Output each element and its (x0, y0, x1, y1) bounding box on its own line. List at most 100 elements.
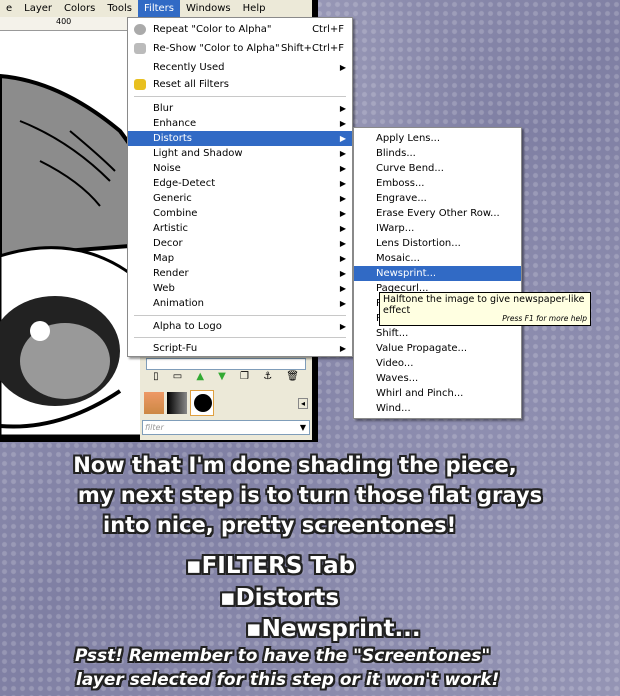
menu-item-distorts[interactable]: Distorts ▶ (128, 131, 352, 146)
submenu-arrow-icon: ▶ (339, 209, 346, 218)
submenu-arrow-icon: ▶ (339, 194, 346, 203)
menu-item-reset-filters[interactable]: Reset all Filters (128, 77, 352, 92)
submenu-item-blinds[interactable]: Blinds... (354, 146, 521, 161)
submenu-arrow-icon: ▶ (339, 239, 346, 248)
separator (134, 337, 346, 338)
filter-input[interactable]: filter ▼ (142, 420, 310, 435)
filters-menu: Repeat "Color to Alpha" Ctrl+F Re-Show "C… (127, 17, 353, 357)
new-layer-icon[interactable]: ▯ (153, 371, 159, 387)
item-label: Whirl and Pinch... (376, 388, 464, 399)
caption-line-1: Now that I'm done shading the piece, (73, 453, 517, 477)
menu-item-blur[interactable]: Blur ▶ (128, 101, 352, 116)
item-label: Apply Lens... (376, 133, 441, 144)
tab-gradients[interactable] (167, 392, 187, 414)
submenu-arrow-icon: ▶ (339, 322, 346, 331)
submenu-item-whirl-and-pinch[interactable]: Whirl and Pinch... (354, 386, 521, 401)
menu-item-repeat[interactable]: Repeat "Color to Alpha" Ctrl+F (128, 22, 352, 37)
item-label: Generic (153, 193, 192, 204)
item-label: Video... (376, 358, 414, 369)
menu-item-web[interactable]: Web ▶ (128, 281, 352, 296)
submenu-item-newsprint[interactable]: Newsprint... (354, 266, 521, 281)
menu-item-noise[interactable]: Noise ▶ (128, 161, 352, 176)
menubar: e Layer Colors Tools Filters Windows Hel… (0, 0, 312, 17)
item-label: Emboss... (376, 178, 425, 189)
submenu-item-emboss[interactable]: Emboss... (354, 176, 521, 191)
item-label: Web (153, 283, 175, 294)
submenu-item-iwarp[interactable]: IWarp... (354, 221, 521, 236)
menu-item-alpha-to-logo[interactable]: Alpha to Logo ▶ (128, 319, 352, 334)
item-label: Lens Distortion... (376, 238, 461, 249)
item-label: Newsprint... (376, 268, 437, 279)
submenu-item-video[interactable]: Video... (354, 356, 521, 371)
menu-item-edge-detect[interactable]: Edge-Detect ▶ (128, 176, 352, 191)
anchor-icon[interactable]: ⚓ (263, 371, 272, 387)
menu-image[interactable]: e (0, 0, 18, 17)
layers-list[interactable] (146, 358, 306, 370)
repeat-icon (134, 24, 146, 35)
layers-panel: ▯ ▭ ▲ ▼ ❐ ⚓ 🗑 ◂ filter ▼ (140, 356, 312, 440)
submenu-item-shift[interactable]: Shift... (354, 326, 521, 341)
submenu-item-curve-bend[interactable]: Curve Bend... (354, 161, 521, 176)
dropdown-arrow-icon[interactable]: ▼ (300, 423, 306, 432)
delete-icon[interactable]: 🗑 (286, 371, 299, 387)
menu-colors[interactable]: Colors (58, 0, 101, 17)
item-label: Waves... (376, 373, 419, 384)
submenu-arrow-icon: ▶ (339, 119, 346, 128)
item-label: Animation (153, 298, 204, 309)
menu-help[interactable]: Help (237, 0, 272, 17)
menu-windows[interactable]: Windows (180, 0, 237, 17)
item-label: Artistic (153, 223, 189, 234)
menu-item-light-and-shadow[interactable]: Light and Shadow ▶ (128, 146, 352, 161)
menu-item-render[interactable]: Render ▶ (128, 266, 352, 281)
submenu-arrow-icon: ▶ (339, 284, 346, 293)
tooltip: Halftone the image to give newspaper-lik… (379, 292, 591, 326)
submenu-item-apply-lens[interactable]: Apply Lens... (354, 131, 521, 146)
folder-icon[interactable]: ▭ (173, 371, 182, 387)
submenu-item-erase-every-other-row[interactable]: Erase Every Other Row... (354, 206, 521, 221)
submenu-item-mosaic[interactable]: Mosaic... (354, 251, 521, 266)
duplicate-layer-icon[interactable]: ❐ (240, 371, 249, 387)
note-line-2: layer selected for this step or it won't… (76, 670, 500, 690)
menu-layer[interactable]: Layer (18, 0, 58, 17)
submenu-item-lens-distortion[interactable]: Lens Distortion... (354, 236, 521, 251)
menu-item-recently-used[interactable]: Recently Used ▶ (128, 60, 352, 75)
submenu-item-engrave[interactable]: Engrave... (354, 191, 521, 206)
menu-item-artistic[interactable]: Artistic ▶ (128, 221, 352, 236)
menu-item-script-fu[interactable]: Script-Fu ▶ (128, 341, 352, 356)
menu-item-enhance[interactable]: Enhance ▶ (128, 116, 352, 131)
menu-tools[interactable]: Tools (101, 0, 138, 17)
raise-layer-icon[interactable]: ▲ (196, 371, 204, 387)
item-label: Re-Show "Color to Alpha" (153, 43, 280, 54)
menu-item-animation[interactable]: Animation ▶ (128, 296, 352, 311)
submenu-item-value-propagate[interactable]: Value Propagate... (354, 341, 521, 356)
submenu-arrow-icon: ▶ (339, 149, 346, 158)
item-label: Engrave... (376, 193, 427, 204)
submenu-item-wind[interactable]: Wind... (354, 401, 521, 416)
item-label: Edge-Detect (153, 178, 216, 189)
filter-placeholder: filter (145, 423, 164, 432)
menu-item-reshow[interactable]: Re-Show "Color to Alpha" Shift+Ctrl+F (128, 41, 352, 56)
panel-menu-icon[interactable]: ◂ (297, 398, 308, 409)
item-label: Render (153, 268, 189, 279)
submenu-arrow-icon: ▶ (339, 224, 346, 233)
caption-line-2: my next step is to turn those flat grays (77, 483, 543, 507)
tab-brushes[interactable] (190, 390, 214, 416)
menu-item-map[interactable]: Map ▶ (128, 251, 352, 266)
step-label: FILTERS Tab (201, 553, 356, 579)
step-label: Newsprint... (261, 616, 421, 642)
tab-patterns[interactable] (144, 392, 164, 414)
submenu-arrow-icon: ▶ (339, 104, 346, 113)
item-label: Map (153, 253, 175, 264)
item-label: Repeat "Color to Alpha" (153, 24, 272, 35)
menu-item-decor[interactable]: Decor ▶ (128, 236, 352, 251)
submenu-arrow-icon: ▶ (339, 299, 346, 308)
menu-filters[interactable]: Filters (138, 0, 180, 17)
menu-item-combine[interactable]: Combine ▶ (128, 206, 352, 221)
menu-item-generic[interactable]: Generic ▶ (128, 191, 352, 206)
shortcut: Shift+Ctrl+F (280, 43, 344, 54)
distorts-submenu: Apply Lens... Blinds... Curve Bend... Embos… (353, 127, 522, 419)
separator (134, 315, 346, 316)
reset-icon (134, 79, 146, 90)
submenu-item-waves[interactable]: Waves... (354, 371, 521, 386)
lower-layer-icon[interactable]: ▼ (218, 371, 226, 387)
